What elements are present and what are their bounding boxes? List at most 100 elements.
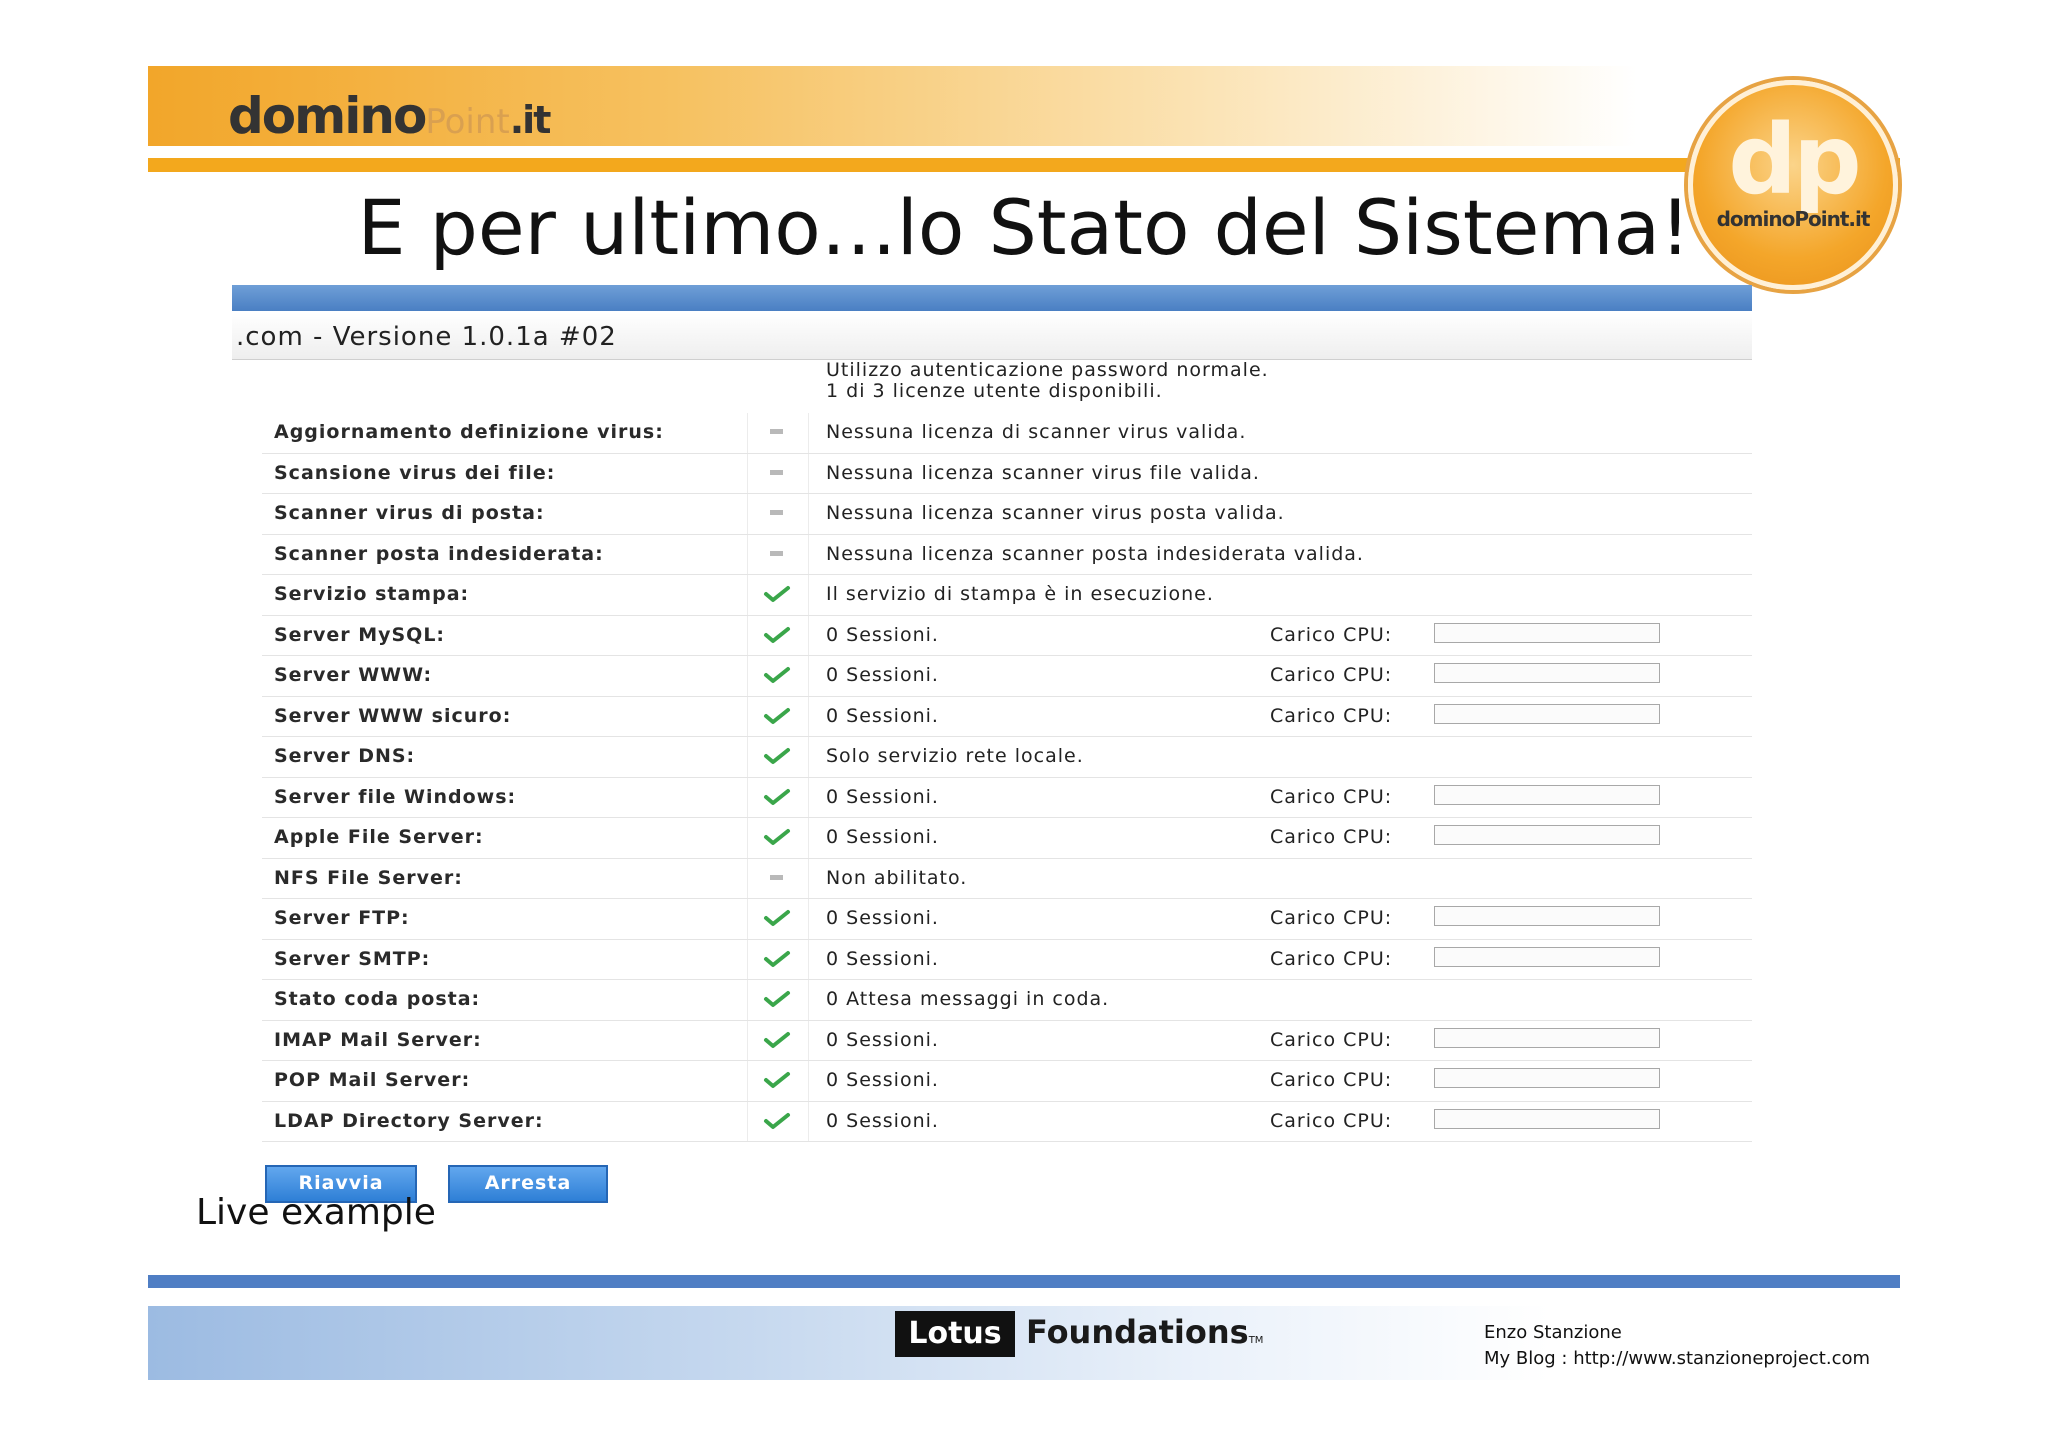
stop-button[interactable]: Arresta xyxy=(448,1165,608,1203)
cpu-load-bar xyxy=(1434,825,1660,845)
column-divider xyxy=(747,615,748,655)
service-description: Nessuna licenza di scanner virus valida. xyxy=(826,421,1247,443)
slide-title: E per ultimo…lo Stato del Sistema! xyxy=(357,183,1691,272)
header-divider xyxy=(148,158,1900,172)
column-divider xyxy=(747,494,748,534)
column-divider xyxy=(808,899,809,939)
service-name: Server FTP: xyxy=(274,907,410,929)
service-name: Server file Windows: xyxy=(274,785,517,808)
service-description: Il servizio di stampa è in esecuzione. xyxy=(826,583,1214,605)
footer-divider xyxy=(148,1275,1900,1288)
column-divider xyxy=(808,1020,809,1060)
service-description: Nessuna licenza scanner virus posta vali… xyxy=(826,502,1285,524)
dash-icon xyxy=(762,865,792,891)
status-row: IMAP Mail Server: 0 Sessioni. Carico CPU: xyxy=(262,1020,1752,1061)
service-name: Aggiornamento definizione virus: xyxy=(274,421,664,443)
live-example-label: Live example xyxy=(196,1192,436,1233)
status-row: LDAP Directory Server: 0 Sessioni. Carico … xyxy=(262,1101,1752,1142)
column-divider xyxy=(747,777,748,817)
cpu-load-label: Carico CPU: xyxy=(1270,947,1393,970)
lotus-logo: Lotus xyxy=(895,1311,1015,1357)
column-divider xyxy=(808,534,809,574)
column-divider xyxy=(747,575,748,615)
column-divider xyxy=(747,534,748,574)
column-divider xyxy=(747,737,748,777)
service-description: Nessuna licenza scanner posta indesidera… xyxy=(826,542,1364,565)
status-row: Aggiornamento definizione virus: Nessuna … xyxy=(262,413,1752,454)
service-name: Server WWW: xyxy=(274,664,433,686)
column-divider xyxy=(808,696,809,736)
column-divider xyxy=(808,1101,809,1141)
status-row: Scanner virus di posta: Nessuna licenza s… xyxy=(262,494,1752,535)
cpu-load-bar xyxy=(1434,663,1660,683)
check-icon xyxy=(762,1067,792,1093)
check-icon xyxy=(762,1027,792,1053)
service-name: IMAP Mail Server: xyxy=(274,1028,482,1051)
dash-icon xyxy=(762,419,792,445)
status-row: Apple File Server: 0 Sessioni. Carico CPU: xyxy=(262,818,1752,859)
service-name: Server WWW sicuro: xyxy=(274,704,512,727)
check-icon xyxy=(762,824,792,850)
dash-icon xyxy=(762,541,792,567)
status-row: Server WWW sicuro: 0 Sessioni. Carico CPU: xyxy=(262,696,1752,737)
check-icon xyxy=(762,743,792,769)
column-divider xyxy=(808,939,809,979)
service-description: 0 Sessioni. xyxy=(826,1028,939,1051)
check-icon xyxy=(762,622,792,648)
status-row: Server FTP: 0 Sessioni. Carico CPU: xyxy=(262,899,1752,940)
service-description: 0 Sessioni. xyxy=(826,826,939,848)
column-divider xyxy=(747,980,748,1020)
column-divider xyxy=(808,656,809,696)
cpu-load-label: Carico CPU: xyxy=(1270,1028,1393,1051)
column-divider xyxy=(747,453,748,493)
author-info: Enzo Stanzione My Blog : http://www.stan… xyxy=(1484,1320,1870,1372)
column-divider xyxy=(747,818,748,858)
service-description: 0 Sessioni. xyxy=(826,704,939,727)
license-info: Utilizzo autenticazione password normale… xyxy=(826,360,1269,402)
license-line-users: 1 di 3 licenze utente disponibili. xyxy=(826,380,1163,402)
cpu-load-label: Carico CPU: xyxy=(1270,1109,1393,1132)
check-icon xyxy=(762,946,792,972)
dominopoint-logo: dominoPoint.it xyxy=(228,87,551,145)
service-description: 0 Sessioni. xyxy=(826,785,939,808)
column-divider xyxy=(808,413,809,453)
service-name: Server SMTP: xyxy=(274,947,431,970)
service-description: 0 Attesa messaggi in coda. xyxy=(826,988,1110,1010)
column-divider xyxy=(747,1020,748,1060)
cpu-load-label: Carico CPU: xyxy=(1270,826,1393,848)
service-name: POP Mail Server: xyxy=(274,1069,471,1091)
cpu-load-label: Carico CPU: xyxy=(1270,664,1393,686)
cpu-load-bar xyxy=(1434,622,1660,643)
check-icon xyxy=(762,1108,792,1134)
cpu-load-bar xyxy=(1434,1108,1660,1129)
service-name: Scansione virus dei file: xyxy=(274,461,556,484)
service-description: Nessuna licenza scanner virus file valid… xyxy=(826,461,1260,484)
check-icon xyxy=(762,905,792,931)
service-description: 0 Sessioni. xyxy=(826,907,939,929)
status-row: Server WWW: 0 Sessioni. Carico CPU: xyxy=(262,656,1752,697)
check-icon xyxy=(762,662,792,688)
column-divider xyxy=(747,656,748,696)
column-divider xyxy=(808,453,809,493)
service-description: 0 Sessioni. xyxy=(826,947,939,970)
column-divider xyxy=(808,737,809,777)
cpu-load-bar xyxy=(1434,1027,1660,1048)
service-description: 0 Sessioni. xyxy=(826,664,939,686)
cpu-load-label: Carico CPU: xyxy=(1270,785,1393,808)
status-row: Server SMTP: 0 Sessioni. Carico CPU: xyxy=(262,939,1752,980)
column-divider xyxy=(808,777,809,817)
service-description: 0 Sessioni. xyxy=(826,1109,939,1132)
service-name: Scanner posta indesiderata: xyxy=(274,542,604,565)
service-name: Scanner virus di posta: xyxy=(274,502,545,524)
check-icon xyxy=(762,784,792,810)
column-divider xyxy=(808,858,809,898)
service-name: Apple File Server: xyxy=(274,826,484,848)
column-divider xyxy=(808,980,809,1020)
service-description: Solo servizio rete locale. xyxy=(826,745,1084,767)
author-name: Enzo Stanzione xyxy=(1484,1322,1622,1343)
cpu-load-bar xyxy=(1434,906,1660,926)
service-description: Non abilitato. xyxy=(826,866,968,889)
cpu-load-label: Carico CPU: xyxy=(1270,1069,1393,1091)
column-divider xyxy=(808,818,809,858)
column-divider xyxy=(747,899,748,939)
